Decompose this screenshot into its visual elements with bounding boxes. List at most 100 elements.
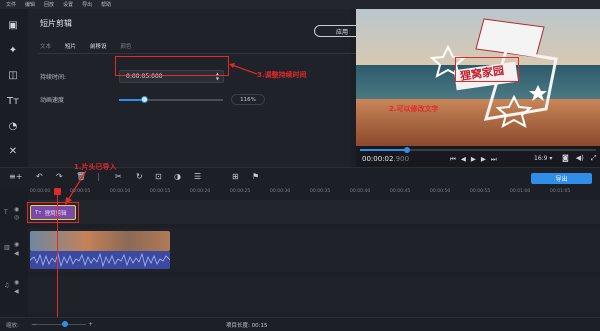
ruler-tick: 00:00:35: [310, 189, 331, 194]
transport-controls: ⏮ ◀ ▶ ▶ ⏭: [450, 155, 497, 164]
title-track-visibility-icon[interactable]: ◉: [14, 206, 19, 213]
video-track-audio-icon[interactable]: ◀: [14, 250, 19, 257]
status-bar: 缩放: − + 项目长度: 00:15: [0, 317, 600, 331]
ruler-tick: 00:00:55: [470, 189, 491, 194]
menu-bar: 文件 编辑 回放 设置 导出 帮助: [0, 0, 600, 9]
color-adjust-icon[interactable]: ◑: [174, 172, 181, 181]
title-track-icon: T: [4, 209, 8, 216]
crop-icon[interactable]: ⊡: [155, 172, 162, 181]
skip-back-icon[interactable]: ⏮: [450, 155, 456, 164]
step-forward-icon[interactable]: ▶: [481, 155, 486, 164]
rotate-icon[interactable]: ↻: [136, 172, 143, 181]
project-length: 项目长度: 00:15: [226, 323, 268, 329]
ruler-tick: 00:00:20: [190, 189, 211, 194]
tab-position[interactable]: 前移设: [90, 42, 107, 50]
zoom-slider-knob[interactable]: [62, 321, 68, 327]
tab-text[interactable]: 文本: [40, 42, 51, 50]
track-headers: T ◉ ◎ ▥ ◉ ◀ ♫ ◉ ◀: [0, 187, 28, 317]
play-icon[interactable]: ▶: [471, 155, 476, 164]
duration-label: 持续时间:: [40, 74, 67, 81]
music-track-icon: ♫: [4, 282, 10, 289]
menu-edit[interactable]: 编辑: [25, 1, 35, 8]
annotation-title-text: 1.片头已导入: [74, 163, 117, 171]
preview-progress-knob[interactable]: [404, 147, 411, 153]
annotation-text-edit: 2.可以修改文字: [389, 105, 439, 113]
tab-clip[interactable]: 短片: [65, 42, 76, 50]
volume-icon[interactable]: ◀): [576, 154, 584, 163]
left-toolbar: ▣ ✦ ◫ Tт ◔ ✕: [0, 9, 28, 167]
import-icon[interactable]: ▣: [5, 17, 21, 33]
ruler-tick: 00:00:40: [350, 189, 371, 194]
music-track-visibility-icon[interactable]: ◉: [14, 279, 19, 286]
ruler-tick: 00:01:05: [550, 189, 571, 194]
timeline-ruler[interactable]: 00:00:00 00:00:05 00:00:10 00:00:15 00:00:20…: [28, 187, 600, 198]
ruler-tick: 00:00:25: [230, 189, 251, 194]
ruler-tick: 00:00:50: [430, 189, 451, 194]
video-track-visibility-icon[interactable]: ◉: [14, 241, 19, 248]
tab-color[interactable]: 颜色: [121, 42, 132, 50]
panel-tabs: 文本 短片 前移设 颜色: [40, 42, 132, 50]
preview-extra-controls: ◙ ◀) ⤢: [562, 154, 597, 163]
skip-forward-icon[interactable]: ⏭: [491, 155, 497, 164]
video-clip[interactable]: [30, 231, 170, 251]
cut-icon[interactable]: |: [97, 172, 100, 181]
ruler-tick: 00:00:45: [390, 189, 411, 194]
ruler-tick: 00:00:15: [150, 189, 171, 194]
title-track-lock-icon[interactable]: ◎: [14, 214, 19, 221]
more-tools-icon[interactable]: ✕: [5, 143, 21, 159]
preview-progress[interactable]: [360, 147, 596, 153]
timecode-main: 00:00:02: [362, 155, 394, 163]
ruler-tick: 00:00:30: [270, 189, 291, 194]
audio-clip[interactable]: [30, 251, 170, 269]
menu-export[interactable]: 导出: [82, 1, 92, 8]
titles-icon[interactable]: Tт: [5, 93, 21, 109]
music-track-audio-icon[interactable]: ◀: [14, 288, 19, 295]
music-track[interactable]: [28, 276, 600, 314]
clip-edit-panel: 短片剪辑 应用 文本 短片 前移设 颜色 持续时间: 0:00:05:000 ▲…: [28, 9, 370, 167]
add-track-icon[interactable]: ≡+: [9, 172, 22, 181]
speed-slider-knob[interactable]: [140, 96, 148, 103]
menu-playback[interactable]: 回放: [44, 1, 54, 8]
preview-timecode: 00:00:02.900: [362, 155, 409, 163]
step-back-icon[interactable]: ◀: [461, 155, 466, 164]
zoom-in-icon[interactable]: +: [88, 321, 93, 328]
timecode-ms: .900: [393, 155, 410, 163]
timeline-playhead[interactable]: [57, 188, 58, 318]
annotation-duration-box: [115, 56, 229, 76]
playhead-handle[interactable]: [54, 188, 61, 195]
transition-icon[interactable]: ◫: [5, 67, 21, 83]
menu-help[interactable]: 帮助: [101, 1, 111, 8]
snapshot-icon[interactable]: ◙: [562, 154, 569, 163]
annotation-duration-text: 3.调整持续时间: [257, 71, 307, 79]
preview-controls: 00:00:02.900 ⏮ ◀ ▶ ▶ ⏭ 16:9 ▾ ◙ ◀) ⤢: [356, 146, 600, 167]
record-icon[interactable]: ⊞: [232, 172, 239, 181]
aspect-ratio-select[interactable]: 16:9 ▾: [534, 155, 552, 162]
annotation-text-box: [455, 57, 519, 82]
marker-icon[interactable]: ⚑: [252, 172, 259, 181]
video-track-icon: ▥: [4, 244, 10, 251]
magic-wand-icon[interactable]: ✦: [5, 42, 21, 58]
menu-settings[interactable]: 设置: [63, 1, 73, 8]
export-button[interactable]: 导出: [531, 173, 592, 184]
ruler-tick: 00:00:00: [30, 189, 51, 194]
fullscreen-icon[interactable]: ⤢: [591, 154, 597, 163]
properties-icon[interactable]: ☰: [194, 172, 201, 181]
preview-progress-fill: [360, 149, 408, 151]
zoom-label: 缩放:: [6, 323, 19, 329]
annotation-arrow-duration: [229, 63, 258, 75]
zoom-slider[interactable]: [34, 324, 86, 325]
menu-file[interactable]: 文件: [6, 1, 16, 8]
speed-slider[interactable]: [119, 96, 223, 103]
app-window: 文件 编辑 回放 设置 导出 帮助 ▣ ✦ ◫ Tт ◔ ✕ 短片剪辑 应用 文…: [0, 0, 600, 331]
ruler-tick: 00:00:10: [110, 189, 131, 194]
speed-label: 动画速度: [40, 97, 65, 104]
undo-icon[interactable]: ↶: [36, 172, 43, 181]
panel-title: 短片剪辑: [40, 19, 72, 28]
annotation-arrow-title: [65, 170, 87, 205]
stickers-icon[interactable]: ◔: [5, 118, 21, 134]
audio-waveform: [30, 252, 170, 268]
split-icon[interactable]: ✂: [115, 172, 122, 181]
zoom-out-icon[interactable]: −: [31, 321, 36, 328]
speed-value[interactable]: 116%: [231, 94, 265, 105]
title-track[interactable]: [28, 200, 600, 224]
